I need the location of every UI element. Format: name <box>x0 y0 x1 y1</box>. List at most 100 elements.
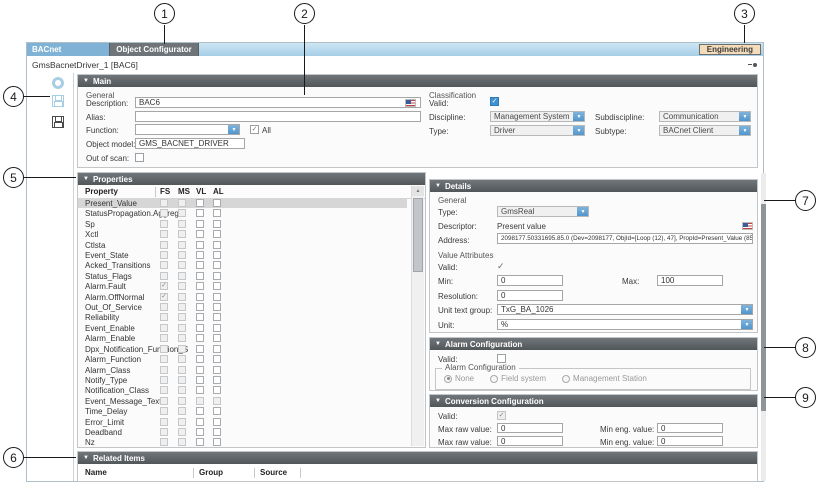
engineering-mode-button[interactable]: Engineering <box>699 44 761 55</box>
classification-valid-checkbox[interactable] <box>490 97 499 106</box>
checkbox-al[interactable] <box>213 230 221 238</box>
property-row[interactable]: Out_Of_Service <box>78 302 407 312</box>
property-row[interactable]: Notification_Class <box>78 385 407 395</box>
unit-text-group-dropdown[interactable]: TxG_BA_1026 ▼ <box>497 304 753 315</box>
col-property[interactable]: Property <box>85 187 118 196</box>
section-details-header[interactable]: ▼ Details <box>430 180 757 192</box>
description-input[interactable]: BAC6 <box>135 97 421 108</box>
scrollbar-thumb[interactable] <box>761 204 766 411</box>
property-row[interactable]: Alarm.OffNormal <box>78 292 407 302</box>
chevron-down-icon[interactable]: ▼ <box>573 125 585 136</box>
max-raw-value-input[interactable]: 0 <box>497 423 563 433</box>
col-vl[interactable]: VL <box>196 187 206 196</box>
checkbox-vl[interactable] <box>196 418 204 426</box>
property-row[interactable]: Alarm_Function <box>78 354 407 364</box>
checkbox-vl[interactable] <box>196 303 204 311</box>
checkbox-al[interactable] <box>213 355 221 363</box>
property-row[interactable]: Event_Enable <box>78 323 407 333</box>
all-checkbox[interactable] <box>250 125 259 134</box>
checkbox-al[interactable] <box>213 293 221 301</box>
checkbox-al[interactable] <box>213 209 221 217</box>
checkbox-vl[interactable] <box>196 251 204 259</box>
checkbox-vl[interactable] <box>196 230 204 238</box>
property-row[interactable]: Acked_Transitions <box>78 260 407 270</box>
property-row[interactable]: Sp <box>78 219 407 229</box>
property-row[interactable]: Event_Message_Texts <box>78 396 407 406</box>
subdiscipline-dropdown[interactable]: Communication ▼ <box>659 111 751 122</box>
property-row[interactable]: Ctlsta <box>78 240 407 250</box>
property-row[interactable]: Alarm_Class <box>78 365 407 375</box>
checkbox-al[interactable] <box>213 376 221 384</box>
col-name[interactable]: Name <box>85 468 107 477</box>
checkbox-vl[interactable] <box>196 272 204 280</box>
min-eng-value-input[interactable]: 0 <box>657 423 723 433</box>
radio-option[interactable]: None <box>444 374 474 383</box>
out-of-scan-checkbox[interactable] <box>135 153 144 162</box>
checkbox-al[interactable] <box>213 428 221 436</box>
property-row[interactable]: StatusPropagation.Aggregat <box>78 208 407 218</box>
checkbox-al[interactable] <box>213 418 221 426</box>
chevron-down-icon[interactable]: ▼ <box>741 319 753 330</box>
property-row[interactable]: Alarm_Enable <box>78 333 407 343</box>
alias-input[interactable] <box>135 111 421 122</box>
checkbox-vl[interactable] <box>196 261 204 269</box>
chevron-down-icon[interactable]: ▼ <box>739 111 751 122</box>
col-fs[interactable]: FS <box>160 187 170 196</box>
checkbox-al[interactable] <box>213 366 221 374</box>
property-row[interactable]: Nz <box>78 437 407 446</box>
chevron-down-icon[interactable]: ▼ <box>228 124 240 135</box>
min-input[interactable]: 0 <box>497 275 563 286</box>
checkbox-vl[interactable] <box>196 241 204 249</box>
property-row[interactable]: Deadband <box>78 427 407 437</box>
checkbox-vl[interactable] <box>196 313 204 321</box>
col-group[interactable]: Group <box>199 468 223 477</box>
checkbox-vl[interactable] <box>196 386 204 394</box>
checkbox-vl[interactable] <box>196 324 204 332</box>
checkbox-vl[interactable] <box>196 376 204 384</box>
property-row[interactable]: Xctl <box>78 229 407 239</box>
type-dropdown[interactable]: Driver ▼ <box>490 125 585 136</box>
col-al[interactable]: AL <box>213 187 224 196</box>
checkbox-vl[interactable] <box>196 334 204 342</box>
checkbox-al[interactable] <box>213 220 221 228</box>
chevron-down-icon[interactable]: ▼ <box>577 206 589 217</box>
checkbox-al[interactable] <box>213 334 221 342</box>
property-row[interactable]: Present_Value <box>78 198 407 208</box>
property-row[interactable]: Reliability <box>78 312 407 322</box>
checkbox-vl[interactable] <box>196 366 204 374</box>
checkbox-al[interactable] <box>213 199 221 207</box>
flag-icon[interactable] <box>742 222 753 230</box>
section-properties-header[interactable]: ▼ Properties <box>78 173 425 185</box>
property-row[interactable]: Event_State <box>78 250 407 260</box>
chevron-down-icon[interactable]: ▼ <box>741 304 753 315</box>
scroll-up-icon[interactable]: ▲ <box>412 186 424 196</box>
checkbox-vl[interactable] <box>196 428 204 436</box>
checkbox-vl[interactable] <box>196 345 204 353</box>
section-related-header[interactable]: ▼ Related Items <box>78 452 757 464</box>
property-row[interactable]: Error_Limit <box>78 417 407 427</box>
checkbox-al[interactable] <box>213 251 221 259</box>
checkbox-al[interactable] <box>213 261 221 269</box>
min-eng-value-input[interactable]: 0 <box>657 436 723 446</box>
save-icon[interactable] <box>52 95 64 107</box>
save-all-icon[interactable] <box>52 116 64 128</box>
checkbox-al[interactable] <box>213 345 221 353</box>
checkbox-al[interactable] <box>213 272 221 280</box>
checkbox-vl[interactable] <box>196 220 204 228</box>
property-row[interactable]: Time_Delay <box>78 406 407 416</box>
max-input[interactable]: 100 <box>657 275 723 286</box>
address-input[interactable]: 2098177.50331695.85.0 (Dev=2098177, ObjI… <box>497 233 753 244</box>
checkbox-vl[interactable] <box>196 438 204 446</box>
checkbox-al[interactable] <box>213 313 221 321</box>
tab-object-configurator[interactable]: Object Configurator <box>109 43 199 56</box>
discipline-dropdown[interactable]: Management System ▼ <box>490 111 585 122</box>
resolution-input[interactable]: 0 <box>497 290 563 301</box>
radio-option[interactable]: Management Station <box>562 374 647 383</box>
checkbox-vl[interactable] <box>196 209 204 217</box>
pin-icon[interactable] <box>748 63 757 67</box>
checkbox-al[interactable] <box>213 438 221 446</box>
right-scrollbar[interactable] <box>761 173 766 481</box>
checkbox-al[interactable] <box>213 241 221 249</box>
checkbox-vl[interactable] <box>196 282 204 290</box>
tab-bacnet[interactable]: BACnet <box>27 43 109 56</box>
